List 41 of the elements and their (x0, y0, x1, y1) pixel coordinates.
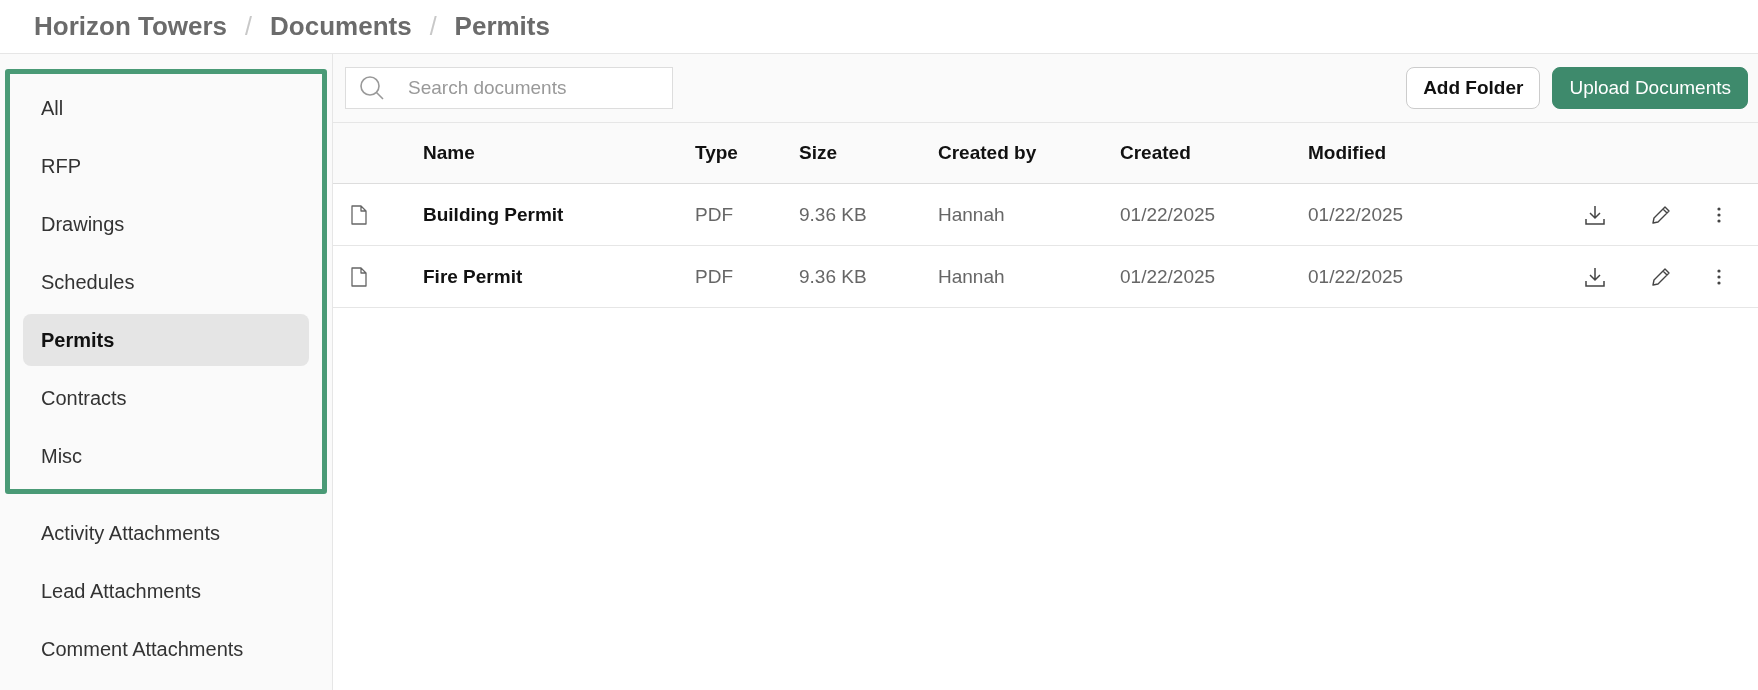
breadcrumb-separator: / (429, 12, 437, 41)
download-icon[interactable] (1584, 203, 1606, 226)
search-icon (359, 75, 385, 101)
search-field[interactable]: Search documents (345, 67, 673, 109)
table-cell: 01/22/2025 (1120, 265, 1216, 288)
column-header: Created (1120, 142, 1191, 164)
sidebar-item[interactable]: Activity Attachments (23, 507, 309, 559)
table-cell: Hannah (938, 265, 1005, 288)
file-icon (351, 266, 367, 287)
sidebar-item[interactable]: All (23, 82, 309, 134)
sidebar-item[interactable]: Comment Attachments (23, 623, 309, 675)
table-cell: PDF (695, 265, 733, 288)
column-header: Created by (938, 142, 1037, 164)
sidebar-item[interactable]: Schedules (23, 256, 309, 308)
file-name[interactable]: Fire Permit (423, 265, 523, 288)
upload-button[interactable]: Upload Documents (1552, 67, 1748, 109)
sidebar-item[interactable]: Misc (23, 430, 309, 482)
download-icon[interactable] (1584, 265, 1606, 288)
table-cell: Hannah (938, 203, 1005, 226)
sidebar-item[interactable]: Drawings (23, 198, 309, 250)
file-name[interactable]: Building Permit (423, 203, 564, 226)
table-cell: PDF (695, 203, 733, 226)
breadcrumb-link[interactable]: Horizon Towers (34, 11, 228, 42)
column-header: Name (423, 142, 475, 164)
table-cell: 9.36 KB (799, 265, 867, 288)
file-icon (351, 204, 367, 225)
table-cell: 01/22/2025 (1120, 203, 1216, 226)
add-folder-button[interactable]: Add Folder (1406, 67, 1541, 109)
sidebar-item[interactable]: Permits (23, 314, 309, 366)
table-cell: 01/22/2025 (1308, 203, 1404, 226)
column-header: Size (799, 142, 838, 164)
breadcrumb-link[interactable]: Documents (270, 11, 412, 42)
sidebar-item[interactable]: RFP (23, 140, 309, 192)
breadcrumb-separator: / (245, 12, 253, 41)
column-header: Type (695, 142, 738, 164)
breadcrumb-link[interactable]: Permits (454, 11, 550, 42)
table-cell: 9.36 KB (799, 203, 867, 226)
table-cell: 01/22/2025 (1308, 265, 1404, 288)
sidebar-item[interactable]: Lead Attachments (23, 565, 309, 617)
column-header: Modified (1308, 142, 1387, 164)
sidebar-item[interactable]: Contracts (23, 372, 309, 424)
